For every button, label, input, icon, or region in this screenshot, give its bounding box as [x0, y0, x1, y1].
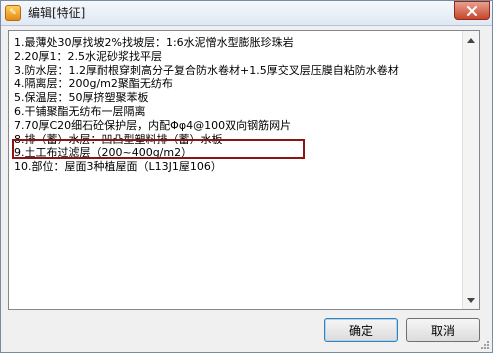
- edit-app-icon: ✎: [5, 5, 21, 21]
- edit-dialog: ✎ 编辑[特征] 1.最薄处30厚找坡2%找坡层：1:6水泥憎水型膨胀珍珠岩 2…: [0, 0, 493, 353]
- highlight-box: [12, 139, 305, 159]
- close-icon: [467, 5, 477, 16]
- editor-line[interactable]: 3.防水层：1.2厚耐根穿刺高分子复合防水卷材+1.5厚交叉层压膜自粘防水卷材: [14, 62, 459, 76]
- editor-line[interactable]: 5.保温层：50厚挤塑聚苯板: [14, 89, 459, 103]
- scroll-up-button[interactable]: [463, 31, 479, 48]
- scroll-down-button[interactable]: [463, 292, 479, 309]
- close-button[interactable]: [454, 1, 490, 20]
- chevron-up-icon: [467, 37, 475, 43]
- chevron-down-icon: [467, 297, 475, 303]
- editor-line[interactable]: 4.隔离层：200g/m2聚酯无纺布: [14, 75, 459, 89]
- editor-line-highlighted[interactable]: 7.70厚C20细石砼保护层，内配Φφ4@100双向钢筋网片: [14, 117, 459, 131]
- ok-button[interactable]: 确定: [324, 318, 398, 342]
- editor-line[interactable]: 1.最薄处30厚找坡2%找坡层：1:6水泥憎水型膨胀珍珠岩: [14, 34, 459, 48]
- vertical-scrollbar[interactable]: [462, 31, 479, 309]
- resize-grip-icon[interactable]: [480, 340, 490, 350]
- editor-line[interactable]: 2.20厚1：2.5水泥砂浆找平层: [14, 48, 459, 62]
- dialog-title: 编辑[特征]: [28, 6, 86, 20]
- editor-line[interactable]: 10.部位：屋面3种植屋面（L13J1屋106）: [14, 158, 459, 172]
- title-bar[interactable]: ✎ 编辑[特征]: [1, 1, 492, 26]
- feature-text-editor[interactable]: 1.最薄处30厚找坡2%找坡层：1:6水泥憎水型膨胀珍珠岩 2.20厚1：2.5…: [8, 30, 480, 310]
- editor-line[interactable]: 6.干铺聚酯无纺布一层隔离: [14, 103, 459, 117]
- cancel-button[interactable]: 取消: [406, 318, 480, 342]
